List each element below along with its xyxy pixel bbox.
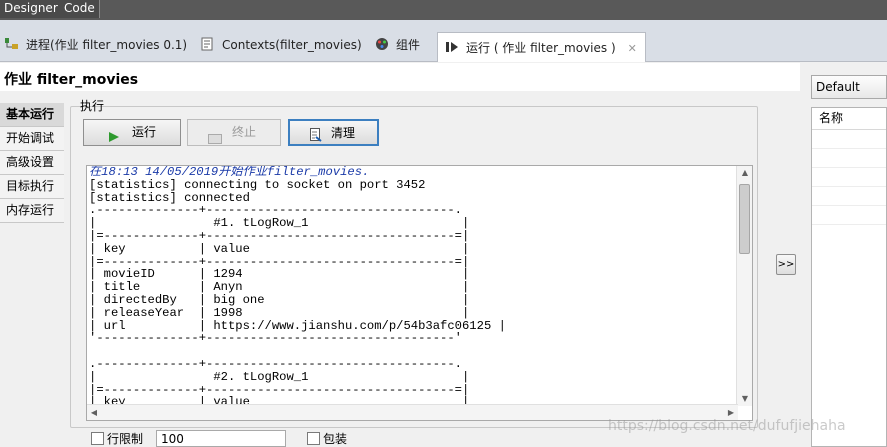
console-output[interactable]: 在18:13 14/05/2019开始作业filter_movies. [sta…: [86, 165, 753, 421]
clear-log-icon: [310, 126, 322, 151]
clear-button[interactable]: 清理: [288, 119, 379, 146]
context-select[interactable]: Default: [811, 75, 887, 99]
tab-component-label: 组件: [396, 38, 421, 52]
nav-advanced-settings[interactable]: 高级设置: [0, 151, 64, 175]
designer-code-tabbar: Designer Code: [0, 0, 887, 20]
tab-code[interactable]: Code: [60, 0, 100, 18]
line-limit-option[interactable]: 行限制: [91, 430, 143, 447]
line-limit-label: 行限制: [107, 432, 144, 446]
line-limit-input[interactable]: [156, 430, 286, 447]
wrap-checkbox[interactable]: [307, 432, 320, 445]
table-row[interactable]: [812, 168, 886, 187]
run-mode-nav: 基本运行 开始调试 高级设置 目标执行 内存运行: [0, 103, 64, 223]
table-row[interactable]: [812, 149, 886, 168]
watermark: https://blog.csdn.net/dufufjiehaha: [608, 418, 846, 434]
clear-button-label: 清理: [331, 126, 356, 140]
table-row[interactable]: [812, 206, 886, 225]
process-icon: [4, 36, 20, 50]
table-row[interactable]: [812, 187, 886, 206]
stop-icon: [208, 128, 222, 153]
component-icon: [374, 36, 390, 50]
wrap-option[interactable]: 包装: [307, 430, 347, 447]
run-button[interactable]: 运行: [83, 119, 181, 146]
play-icon: [108, 127, 120, 152]
run-view-icon: [444, 35, 460, 52]
console-lines: [statistics] connecting to socket on por…: [89, 178, 506, 406]
nav-basic-run[interactable]: 基本运行: [0, 103, 64, 127]
scroll-up-icon[interactable]: ▲: [737, 166, 752, 180]
nav-debug-run[interactable]: 开始调试: [0, 127, 64, 151]
context-select-value: Default: [816, 80, 860, 94]
table-row[interactable]: [812, 130, 886, 149]
wrap-label: 包装: [323, 432, 348, 446]
scroll-left-icon[interactable]: ◀: [87, 405, 101, 420]
scroll-down-icon[interactable]: ▼: [737, 392, 752, 406]
tab-component[interactable]: 组件: [374, 34, 420, 56]
context-column-name: 名称: [812, 108, 886, 130]
stop-button-label: 终止: [232, 125, 257, 139]
tab-contexts-label: Contexts(filter_movies): [222, 38, 362, 52]
nav-memory-run[interactable]: 内存运行: [0, 199, 64, 223]
tab-process-label: 进程(作业 filter_movies 0.1): [26, 38, 188, 52]
run-button-label: 运行: [132, 125, 157, 139]
tab-designer[interactable]: Designer: [0, 0, 63, 18]
stop-button[interactable]: 终止: [187, 119, 281, 146]
tab-process[interactable]: 进程(作业 filter_movies 0.1): [4, 34, 187, 56]
run-view-header: 作业 filter_movies: [0, 63, 800, 91]
vertical-scroll-thumb[interactable]: [739, 184, 750, 254]
tab-run[interactable]: 运行 ( 作业 filter_movies ) ✕: [437, 32, 646, 62]
nav-target-exec[interactable]: 目标执行: [0, 175, 64, 199]
vertical-scrollbar[interactable]: ▲ ▼: [736, 166, 752, 406]
expand-context-button[interactable]: >>: [776, 254, 796, 275]
contexts-icon: [200, 36, 216, 51]
context-table: 名称: [811, 107, 887, 447]
execution-group-label: 执行: [80, 99, 105, 113]
close-icon[interactable]: ✕: [628, 42, 637, 55]
page-title: 作业 filter_movies: [4, 72, 139, 88]
console-text: 在18:13 14/05/2019开始作业filter_movies. [sta…: [89, 166, 735, 406]
view-tabbar: 进程(作业 filter_movies 0.1) Contexts(filter…: [0, 20, 887, 62]
tab-contexts[interactable]: Contexts(filter_movies): [200, 34, 362, 56]
tab-run-label: 运行 ( 作业 filter_movies ): [466, 41, 616, 55]
line-limit-checkbox[interactable]: [91, 432, 104, 445]
console-line: '--------------+------------------------…: [89, 331, 462, 346]
